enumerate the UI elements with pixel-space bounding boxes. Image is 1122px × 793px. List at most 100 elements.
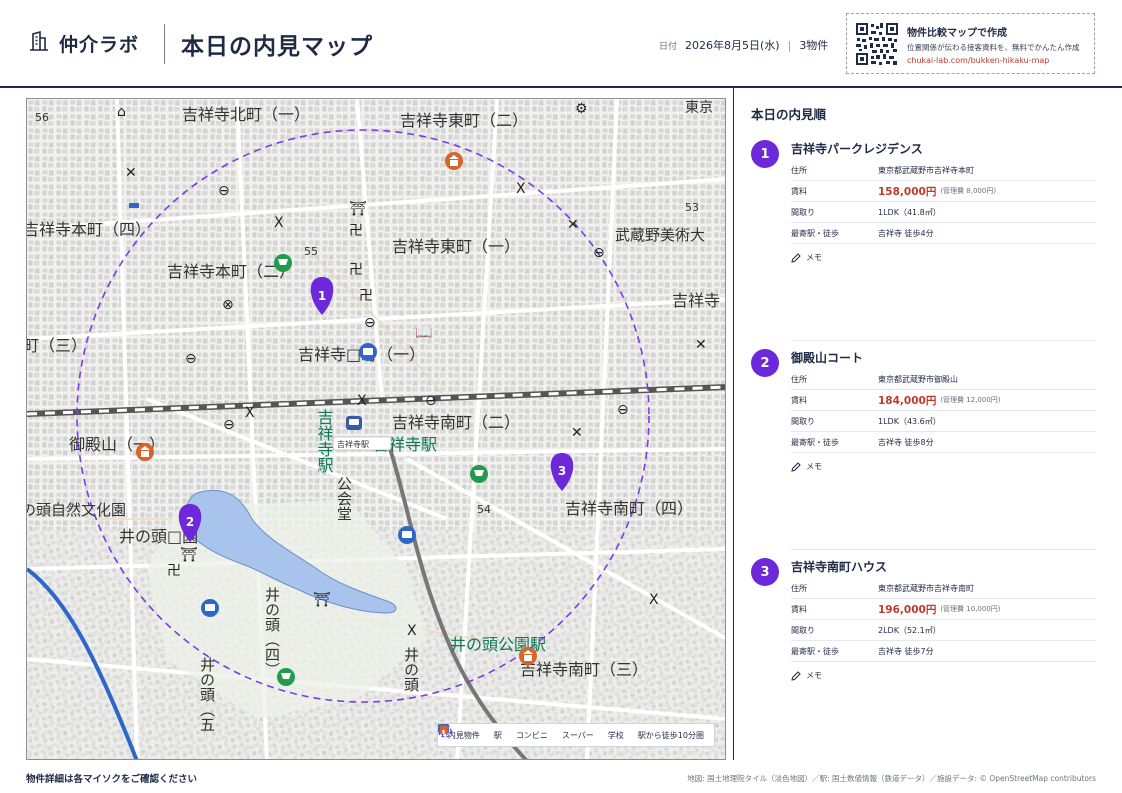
property-name[interactable]: 吉祥寺パークレジデンス bbox=[791, 140, 923, 157]
legend-label: 学校 bbox=[607, 730, 624, 740]
property-details: 住所 東京都武蔵野市吉祥寺本町 賃料 158,000円 (管理費 8,000円) 間取… bbox=[791, 160, 1096, 244]
detail-value: 2LDK（52.1㎡） bbox=[878, 625, 941, 635]
detail-value: 東京都武蔵野市吉祥寺本町 bbox=[878, 165, 974, 175]
detail-value: 吉祥寺 徒歩4分 bbox=[878, 228, 934, 238]
svg-text:📖: 📖 bbox=[415, 325, 432, 341]
page-header: 仲介ラボ 本日の内見マップ 日付 2026年8月5日(水) | 3物件 物件比較… bbox=[0, 0, 1122, 88]
detail-value: 吉祥寺 徒歩8分 bbox=[878, 437, 934, 447]
legend-item: 学校 bbox=[437, 724, 624, 741]
legend-label: 駅から徒歩10分圏 bbox=[637, 730, 704, 740]
detail-key: 賃料 bbox=[791, 395, 807, 405]
detail-row-rent: 賃料 184,000円 (管理費 12,000円) bbox=[791, 390, 1096, 411]
legend-item: 駅 bbox=[438, 724, 502, 741]
promo-subtitle: 位置関係が伝わる接客資料を、無料でかんたん作成 bbox=[907, 43, 1080, 52]
station-chip-label: 吉祥寺駅 bbox=[337, 439, 369, 449]
svg-text:⚙: ⚙ bbox=[575, 101, 588, 117]
pencil-icon bbox=[791, 670, 801, 681]
svg-text:卍: 卍 bbox=[359, 288, 373, 304]
detail-value: 1LDK（41.8㎡） bbox=[878, 207, 941, 217]
rent-value: 158,000円 bbox=[878, 185, 937, 198]
property-name[interactable]: 吉祥寺南町ハウス bbox=[791, 558, 887, 575]
svg-text:⊖: ⊖ bbox=[617, 402, 629, 418]
map-label-minami3: 吉祥寺南町（三） bbox=[520, 660, 648, 679]
svg-text:⛩: ⛩ bbox=[180, 547, 198, 563]
detail-key: 住所 bbox=[791, 583, 807, 593]
svg-text:⊖: ⊖ bbox=[185, 351, 197, 367]
management-fee: (管理費 10,000円) bbox=[940, 605, 1001, 613]
memo-button[interactable]: メモ bbox=[791, 252, 822, 263]
svg-text:✕: ✕ bbox=[125, 165, 137, 181]
svg-text:⊖: ⊖ bbox=[593, 245, 605, 261]
qr-code-icon[interactable] bbox=[855, 22, 899, 66]
map-label-station-v: 吉祥寺駅 bbox=[315, 409, 334, 473]
brand-name: 仲介ラボ bbox=[59, 33, 140, 56]
detail-value: 東京都武蔵野市吉祥寺南町 bbox=[878, 583, 974, 593]
detail-key: 間取り bbox=[791, 416, 815, 426]
svg-text:✕: ✕ bbox=[695, 337, 707, 353]
memo-label: メモ bbox=[806, 253, 822, 262]
panel-divider bbox=[733, 88, 734, 760]
property-card-2[interactable]: 2 御殿山コート 住所 東京都武蔵野市御殿山 賃料 184,000円 (管理費 12,… bbox=[751, 349, 1096, 479]
property-card-1[interactable]: 1 吉祥寺パークレジデンス 住所 東京都武蔵野市吉祥寺本町 賃料 158,000円(… bbox=[751, 140, 1096, 270]
property-number-badge: 2 bbox=[751, 349, 779, 377]
legend-label: コンビニ bbox=[515, 730, 548, 740]
detail-key: 賃料 bbox=[791, 604, 807, 614]
management-fee: (管理費 8,000円) bbox=[940, 187, 997, 195]
date-value: 2026年8月5日(水) bbox=[685, 39, 780, 52]
map-label-minami2: 吉祥寺南町（二） bbox=[392, 413, 520, 432]
memo-label: メモ bbox=[806, 462, 822, 471]
svg-text:卍: 卍 bbox=[167, 563, 181, 579]
svg-text:卍: 卍 bbox=[349, 262, 363, 278]
detail-key: 住所 bbox=[791, 374, 807, 384]
property-number-badge: 1 bbox=[751, 140, 779, 168]
management-fee: (管理費 12,000円) bbox=[940, 396, 1001, 404]
property-name[interactable]: 御殿山コート bbox=[791, 349, 863, 366]
map-label-honcho4: 吉祥寺本町（四） bbox=[27, 220, 151, 239]
property-details: 住所 東京都武蔵野市吉祥寺南町 賃料 196,000円 (管理費 10,000円) 間… bbox=[791, 578, 1096, 662]
property-details: 住所 東京都武蔵野市御殿山 賃料 184,000円 (管理費 12,000円) 間取り… bbox=[791, 369, 1096, 453]
legend-item: 駅から徒歩10分圏 bbox=[438, 724, 704, 741]
svg-text:⊖: ⊖ bbox=[425, 393, 437, 409]
map-label-kitamachi1: 吉祥寺北町（一） bbox=[182, 105, 310, 124]
map-label-n54: 54 bbox=[477, 503, 491, 516]
svg-text:卍: 卍 bbox=[349, 223, 363, 239]
map-label-tokyo: 東京 bbox=[685, 100, 713, 116]
detail-key: 最寄駅・徒歩 bbox=[791, 646, 839, 656]
dashed-circle-icon bbox=[438, 724, 452, 738]
svg-text:⌂: ⌂ bbox=[117, 104, 126, 120]
panel-title: 本日の内見順 bbox=[751, 107, 827, 122]
detail-row-layout: 間取り 2LDK（52.1㎡） bbox=[791, 620, 1096, 641]
svg-text:X: X bbox=[245, 405, 255, 421]
memo-button[interactable]: メモ bbox=[791, 670, 822, 681]
property-separator bbox=[791, 549, 1096, 550]
brand-logo[interactable]: 仲介ラボ bbox=[27, 29, 139, 57]
map-canvas[interactable]: 吉祥寺北町（一） 吉祥寺東町（二） 東京 56 吉祥寺本町（四） 55 吉祥寺東… bbox=[27, 99, 726, 760]
svg-text:⊗: ⊗ bbox=[222, 297, 234, 313]
svg-text:✕: ✕ bbox=[571, 425, 583, 441]
map-label-minami4: 吉祥寺南町（四） bbox=[565, 499, 693, 518]
rent-value: 184,000円 bbox=[878, 394, 937, 407]
detail-row-layout: 間取り 1LDK（41.8㎡） bbox=[791, 202, 1096, 223]
map-label-inokashira-v3: 井の頭（五 bbox=[198, 657, 216, 732]
map-label-higashicho2: 吉祥寺東町（二） bbox=[400, 111, 528, 130]
map-label-machi3: 町（三） bbox=[27, 336, 87, 355]
promo-link[interactable]: chukai-lab.com/bukken-hikaku-map bbox=[907, 56, 1049, 65]
detail-row-station: 最寄駅・徒歩 吉祥寺 徒歩4分 bbox=[791, 223, 1096, 244]
promo-title: 物件比較マップで作成 bbox=[907, 28, 1007, 39]
detail-key: 間取り bbox=[791, 625, 815, 635]
property-card-3[interactable]: 3 吉祥寺南町ハウス 住所 東京都武蔵野市吉祥寺南町 賃料 196,000円 (管理費… bbox=[751, 558, 1096, 688]
detail-row-station: 最寄駅・徒歩 吉祥寺 徒歩8分 bbox=[791, 432, 1096, 453]
header-meta: 日付 2026年8月5日(水) | 3物件 bbox=[659, 37, 828, 53]
memo-button[interactable]: メモ bbox=[791, 461, 822, 472]
property-number-badge: 3 bbox=[751, 558, 779, 586]
legend-label: 駅 bbox=[493, 730, 502, 740]
property-separator bbox=[791, 340, 1096, 341]
svg-text:⛩: ⛩ bbox=[349, 201, 367, 217]
legend-item: コンビニ bbox=[437, 724, 548, 741]
map-area[interactable]: 吉祥寺北町（一） 吉祥寺東町（二） 東京 56 吉祥寺本町（四） 55 吉祥寺東… bbox=[26, 98, 726, 760]
map-label-park-shizen: の頭自然文化園 bbox=[27, 501, 126, 519]
detail-value: 吉祥寺 徒歩7分 bbox=[878, 646, 934, 656]
pencil-icon bbox=[791, 461, 801, 472]
promo-box[interactable]: 物件比較マップで作成 位置関係が伝わる接客資料を、無料でかんたん作成 chuka… bbox=[846, 13, 1095, 74]
svg-text:X: X bbox=[274, 215, 284, 231]
